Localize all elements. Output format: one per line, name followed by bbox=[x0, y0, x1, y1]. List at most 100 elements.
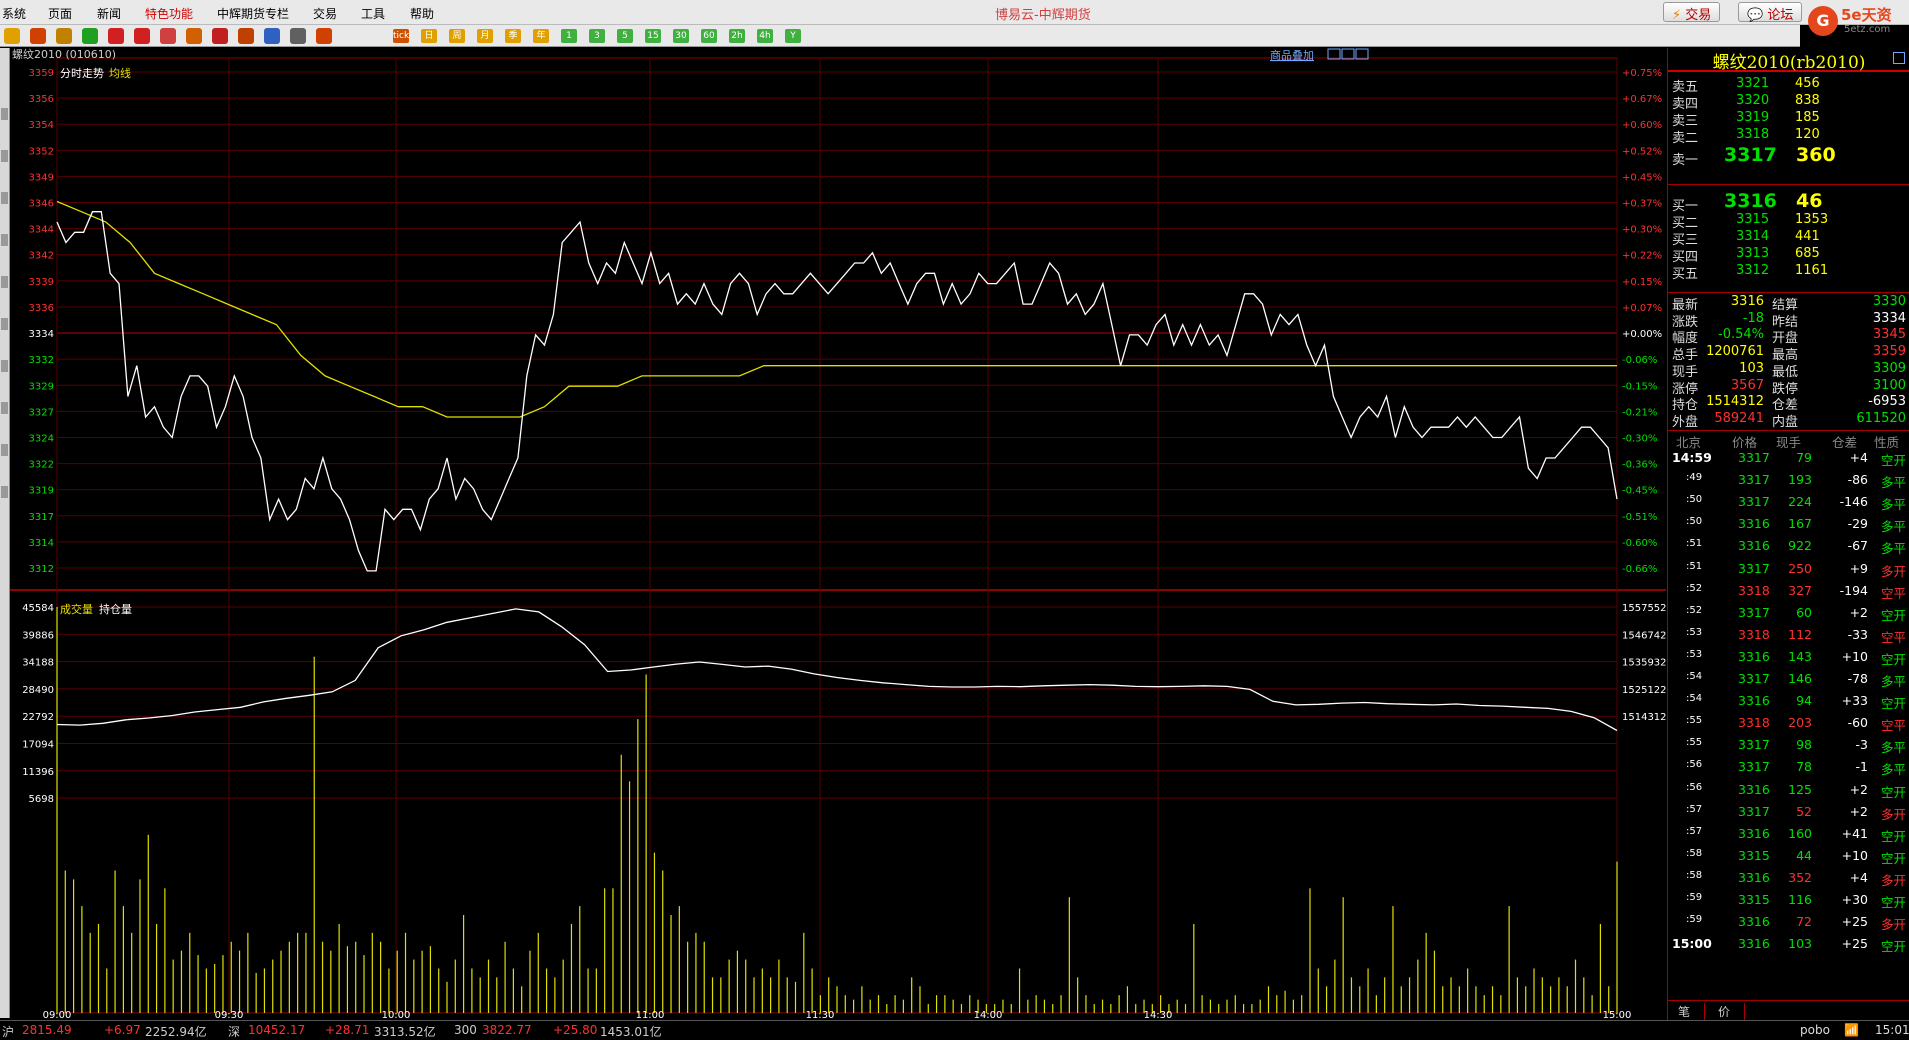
pct-tick-label: +0.22% bbox=[1622, 251, 1662, 262]
tick-row[interactable]: :58 3315 44 +10 空开 bbox=[1668, 848, 1909, 870]
price-tick-label: 3339 bbox=[29, 277, 54, 288]
side-tab[interactable] bbox=[1, 150, 8, 162]
tick-row[interactable]: :54 3317 146 -78 多平 bbox=[1668, 671, 1909, 693]
side-tab[interactable] bbox=[1, 402, 8, 414]
bottom-tab-1[interactable]: 价 bbox=[1718, 1003, 1746, 1020]
tick-row[interactable]: :51 3317 250 +9 多开 bbox=[1668, 561, 1909, 583]
tick-time: :50 bbox=[1686, 516, 1703, 528]
tick-row[interactable]: :53 3318 112 -33 空平 bbox=[1668, 627, 1909, 649]
pct-tick-label: -0.15% bbox=[1622, 381, 1657, 392]
period-button-12[interactable]: 2h bbox=[729, 29, 745, 43]
tick-row[interactable]: :53 3316 143 +10 空开 bbox=[1668, 649, 1909, 671]
forum-button[interactable]: 💬 论坛 bbox=[1738, 2, 1803, 23]
stat-value: 3334 bbox=[1872, 310, 1906, 326]
expand-icon[interactable] bbox=[1893, 52, 1905, 64]
side-tab[interactable] bbox=[1, 444, 8, 456]
side-tab[interactable] bbox=[1, 318, 8, 330]
filter-icon[interactable] bbox=[238, 28, 254, 44]
period-button-10[interactable]: 30 bbox=[673, 29, 689, 43]
tick-row[interactable]: :50 3316 167 -29 多平 bbox=[1668, 516, 1909, 538]
side-tab[interactable] bbox=[1, 486, 8, 498]
tick-volume: 60 bbox=[1796, 604, 1812, 620]
menu-features[interactable]: 特色功能 bbox=[145, 5, 193, 22]
home-icon[interactable] bbox=[30, 28, 46, 44]
tick-row[interactable]: :55 3317 98 -3 多平 bbox=[1668, 737, 1909, 759]
tick-row[interactable]: :57 3317 52 +2 多开 bbox=[1668, 804, 1909, 826]
menu-page[interactable]: 页面 bbox=[48, 5, 72, 22]
intraday-chart[interactable]: 3359 +0.75% 3356 +0.67% 3354 +0.60% 3352 +0.52%… bbox=[10, 47, 1667, 1021]
side-tab[interactable] bbox=[1, 192, 8, 204]
stat-value: 3316 bbox=[1730, 294, 1764, 309]
window-icon[interactable] bbox=[160, 28, 176, 44]
tick-row[interactable]: :50 3317 224 -146 多平 bbox=[1668, 494, 1909, 516]
tick-price: 3316 bbox=[1738, 936, 1770, 952]
menu-zhonghui-column[interactable]: 中辉期货专栏 bbox=[217, 5, 289, 22]
chart-icon[interactable] bbox=[264, 28, 280, 44]
menu-system[interactable]: 系统 bbox=[2, 5, 26, 22]
period-button-0[interactable]: tick bbox=[393, 29, 409, 43]
tick-row[interactable]: 14:59 3317 79 +4 空开 bbox=[1668, 450, 1909, 472]
period-button-9[interactable]: 15 bbox=[645, 29, 661, 43]
tick-price: 3316 bbox=[1738, 781, 1770, 797]
side-tab[interactable] bbox=[1, 234, 8, 246]
color-icon[interactable] bbox=[212, 28, 228, 44]
tick-row[interactable]: :51 3316 922 -67 多平 bbox=[1668, 538, 1909, 560]
tick-row[interactable]: :58 3316 352 +4 多开 bbox=[1668, 870, 1909, 892]
zoom-in-icon[interactable] bbox=[108, 28, 124, 44]
draw-icon[interactable] bbox=[316, 28, 332, 44]
period-button-7[interactable]: 3 bbox=[589, 29, 605, 43]
period-button-1[interactable]: 日 bbox=[421, 29, 437, 43]
table-icon[interactable] bbox=[290, 28, 306, 44]
tick-row[interactable]: :54 3316 94 +33 空开 bbox=[1668, 693, 1909, 715]
tick-time: :54 bbox=[1686, 671, 1703, 682]
period-button-14[interactable]: Y bbox=[785, 29, 801, 43]
menu-tools[interactable]: 工具 bbox=[361, 5, 385, 22]
tick-row[interactable]: 15:00 3316 103 +25 空开 bbox=[1668, 936, 1909, 958]
menu-news[interactable]: 新闻 bbox=[97, 5, 121, 22]
side-tab[interactable] bbox=[1, 360, 8, 372]
book-icon[interactable] bbox=[56, 28, 72, 44]
tick-header: 北京 bbox=[1676, 435, 1702, 450]
tick-nature: 空平 bbox=[1880, 585, 1906, 601]
tick-row[interactable]: :56 3316 125 +2 空开 bbox=[1668, 782, 1909, 804]
tick-row[interactable]: :56 3317 78 -1 多平 bbox=[1668, 759, 1909, 781]
overlay-link[interactable]: 商品叠加 bbox=[1270, 48, 1314, 62]
pen-icon[interactable] bbox=[186, 28, 202, 44]
tick-volume: 327 bbox=[1788, 582, 1812, 598]
period-button-5[interactable]: 年 bbox=[533, 29, 549, 43]
price-tick-label: 3336 bbox=[29, 303, 54, 314]
menu-trade[interactable]: 交易 bbox=[313, 5, 337, 22]
tick-row[interactable]: :52 3317 60 +2 空开 bbox=[1668, 605, 1909, 627]
tick-row[interactable]: :59 3315 116 +30 空开 bbox=[1668, 892, 1909, 914]
side-tab[interactable] bbox=[1, 276, 8, 288]
pct-tick-label: -0.66% bbox=[1622, 564, 1657, 575]
period-button-2[interactable]: 周 bbox=[449, 29, 465, 43]
quote-row-price: 3312 bbox=[1736, 263, 1770, 278]
period-button-13[interactable]: 4h bbox=[757, 29, 773, 43]
tick-row[interactable]: :49 3317 193 -86 多平 bbox=[1668, 472, 1909, 494]
period-button-4[interactable]: 季 bbox=[505, 29, 521, 43]
trade-button[interactable]: ⚡ 交易 bbox=[1663, 2, 1721, 23]
period-button-11[interactable]: 60 bbox=[701, 29, 717, 43]
legend-volume: 成交量 bbox=[60, 602, 93, 616]
tick-volume: 78 bbox=[1796, 759, 1812, 775]
tick-volume: 103 bbox=[1788, 936, 1812, 952]
tick-row[interactable]: :57 3316 160 +41 空开 bbox=[1668, 826, 1909, 848]
refresh-icon[interactable] bbox=[82, 28, 98, 44]
zoom-out-icon[interactable] bbox=[134, 28, 150, 44]
tick-volume: 116 bbox=[1788, 892, 1812, 907]
tick-row[interactable]: :59 3316 72 +25 多开 bbox=[1668, 914, 1909, 936]
lightning-icon: ⚡ bbox=[1672, 8, 1682, 23]
period-button-6[interactable]: 1 bbox=[561, 29, 577, 43]
bottom-tab-0[interactable]: 笔 bbox=[1678, 1003, 1706, 1020]
tick-row[interactable]: :52 3318 327 -194 空平 bbox=[1668, 583, 1909, 605]
period-button-3[interactable]: 月 bbox=[477, 29, 493, 43]
tick-price: 3316 bbox=[1738, 538, 1770, 554]
arrow-icon[interactable] bbox=[4, 28, 20, 44]
tick-row[interactable]: :55 3318 203 -60 空平 bbox=[1668, 715, 1909, 737]
menu-help[interactable]: 帮助 bbox=[410, 5, 434, 22]
period-button-8[interactable]: 5 bbox=[617, 29, 633, 43]
hs300-label: 300 bbox=[454, 1023, 477, 1037]
side-tab[interactable] bbox=[1, 108, 8, 120]
quote-row-price: 3318 bbox=[1736, 127, 1770, 142]
